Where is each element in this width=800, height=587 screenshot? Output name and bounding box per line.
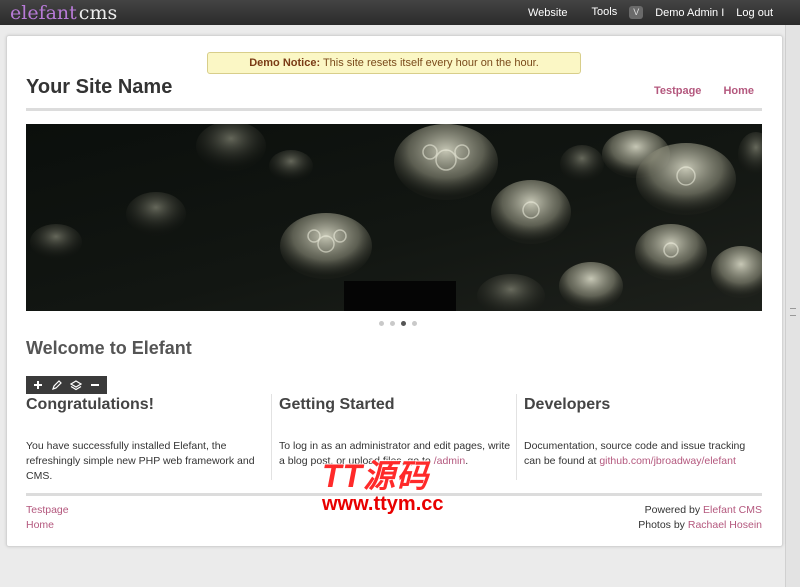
nav-link-testpage[interactable]: Testpage xyxy=(654,85,701,97)
website-link[interactable]: Website xyxy=(528,7,568,19)
header-divider xyxy=(26,108,762,111)
layers-icon[interactable] xyxy=(68,377,84,393)
logout-link[interactable]: Log out xyxy=(736,7,773,19)
footer-link-home[interactable]: Home xyxy=(26,518,69,533)
notice-text: This site resets itself every hour on th… xyxy=(320,57,539,69)
column-divider xyxy=(271,394,272,480)
site-nav: Testpage Home xyxy=(654,85,754,97)
powered-prefix: Powered by xyxy=(644,504,704,516)
pencil-icon[interactable] xyxy=(49,377,65,393)
page-scrollbar[interactable] xyxy=(785,25,800,587)
jellyfish-photo xyxy=(26,124,762,311)
site-name[interactable]: Your Site Name xyxy=(26,76,172,99)
tools-label: Tools xyxy=(591,6,618,18)
column-congratulations: Congratulations! You have successfully i… xyxy=(26,396,262,484)
notice-label: Demo Notice: xyxy=(249,57,321,69)
tools-menu[interactable]: Tools V xyxy=(580,6,644,19)
watermark-logo: TT源码 xyxy=(322,458,430,494)
hero-slider[interactable] xyxy=(26,124,762,311)
slider-dot-active[interactable] xyxy=(401,321,406,326)
page-title: Welcome to Elefant xyxy=(26,338,192,358)
column-divider xyxy=(516,394,517,480)
elefant-cms-link[interactable]: Elefant CMS xyxy=(703,504,762,516)
scroll-grip-icon[interactable] xyxy=(790,308,796,316)
photos-prefix: Photos by xyxy=(638,519,688,531)
admin-nav: Website Tools V Demo Admin I Log out xyxy=(516,0,773,25)
photographer-link[interactable]: Rachael Hosein xyxy=(688,519,762,531)
logo-mark: elefant xyxy=(10,2,77,24)
plus-icon[interactable] xyxy=(30,377,46,393)
footer-link-testpage[interactable]: Testpage xyxy=(26,503,69,518)
admin-bar: elefant cms Website Tools V Demo Admin I … xyxy=(0,0,800,25)
footer-credits: Powered by Elefant CMS Photos by Rachael… xyxy=(638,503,762,533)
watermark-url: www.ttym.cc xyxy=(322,493,444,515)
elefant-logo[interactable]: elefant cms xyxy=(10,1,117,25)
logo-cms: cms xyxy=(78,2,118,24)
column-developers: Developers Documentation, source code an… xyxy=(524,396,760,469)
column-title: Getting Started xyxy=(279,396,395,413)
column-text: You have successfully installed Elefant,… xyxy=(26,440,255,482)
slider-dot[interactable] xyxy=(390,321,395,326)
column-title: Developers xyxy=(524,396,611,413)
watermark: TT源码 www.ttym.cc xyxy=(322,459,472,515)
slider-dot[interactable] xyxy=(412,321,417,326)
footer-nav: Testpage Home xyxy=(26,503,69,533)
github-link[interactable]: github.com/jbroadway/elefant xyxy=(599,455,736,467)
slider-dot[interactable] xyxy=(379,321,384,326)
nav-link-home[interactable]: Home xyxy=(723,85,754,97)
column-text-wrap: Documentation, source code and issue tra… xyxy=(524,439,760,469)
user-menu[interactable]: Demo Admin I xyxy=(655,7,724,19)
block-edit-toolbar xyxy=(26,376,107,394)
column-title: Congratulations! xyxy=(26,396,154,413)
demo-notice: Demo Notice: This site resets itself eve… xyxy=(207,52,581,74)
minus-icon[interactable] xyxy=(87,377,103,393)
photos-by-line: Photos by Rachael Hosein xyxy=(638,518,762,533)
chevron-down-icon[interactable]: V xyxy=(629,6,644,19)
slider-dots xyxy=(379,321,417,326)
powered-by-line: Powered by Elefant CMS xyxy=(638,503,762,518)
